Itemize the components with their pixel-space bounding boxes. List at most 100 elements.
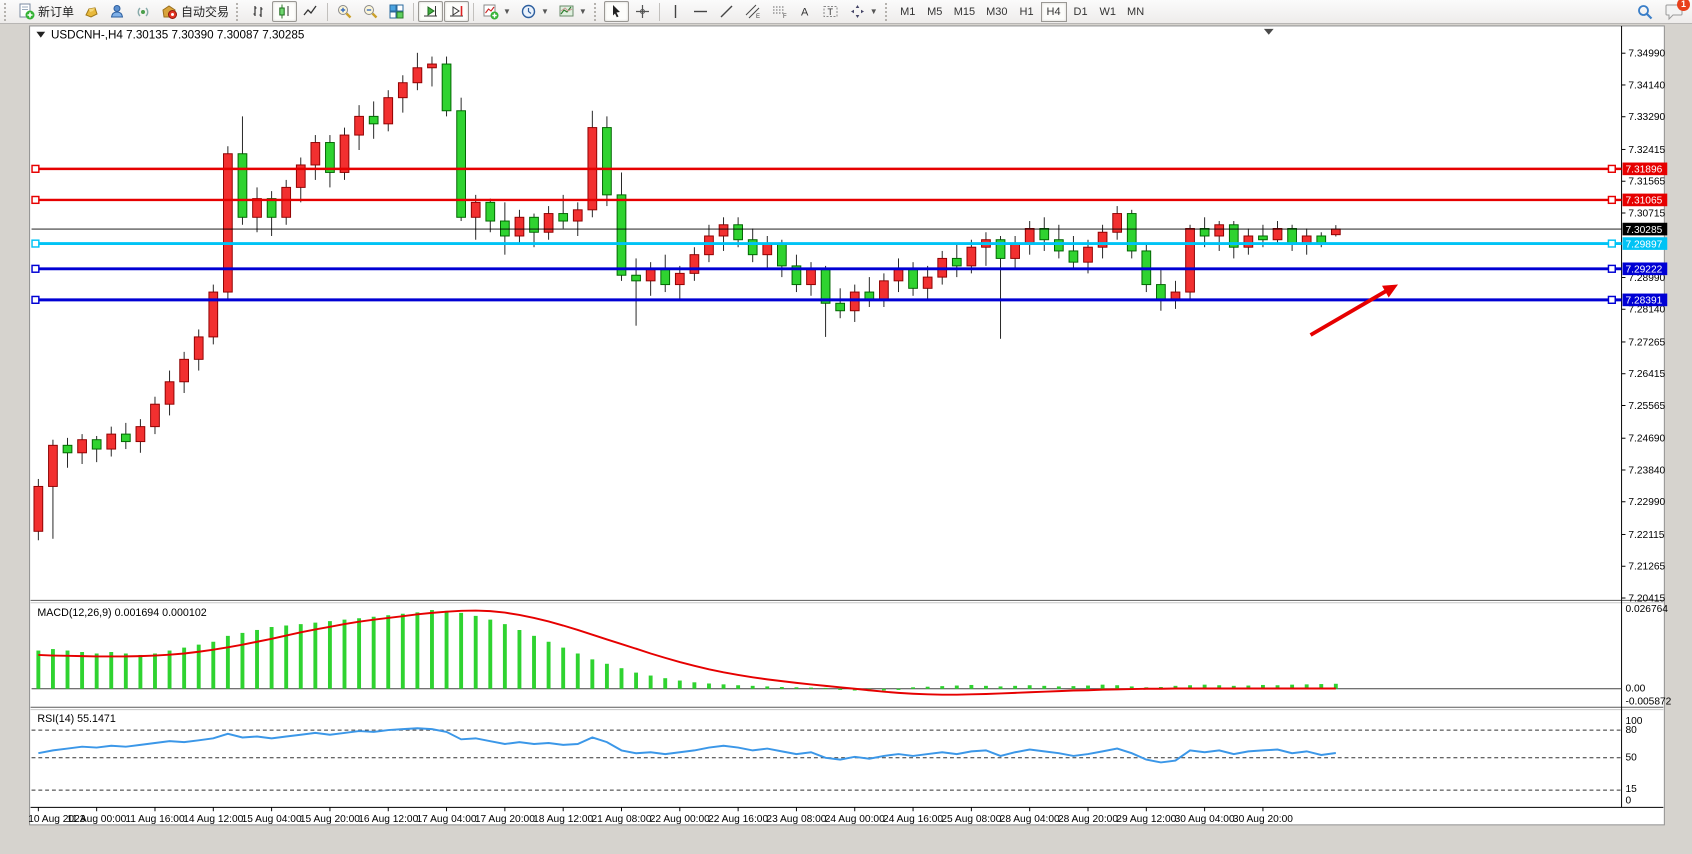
price-axis-label: 7.31565 [1628,177,1665,188]
chart-title: USDCNH-,H4 7.30135 7.30390 7.30087 7.302… [51,29,304,42]
time-axis-label: 15 Aug 20:00 [300,814,360,825]
candlestick-style-button[interactable] [272,1,297,22]
search-icon [1636,3,1654,21]
candle [1259,236,1268,240]
text-label-icon: T [822,3,840,20]
timeframe-m5[interactable]: M5 [922,2,948,22]
candle [398,83,407,98]
macd-axis-label: 0.00 [1625,684,1645,695]
line-handle[interactable] [1608,240,1615,247]
time-axis-label: 11 Aug 16:00 [125,814,185,825]
zoom-out-icon [362,3,379,20]
cursor-button[interactable] [604,1,629,22]
tile-windows-button[interactable] [384,1,409,22]
new-order-button[interactable]: 新订单 [14,1,78,22]
candle [515,217,524,236]
candle [340,135,349,172]
bar-chart-style-button[interactable] [246,1,271,22]
candle [952,258,961,265]
gold-icon [83,3,100,20]
candle [1215,225,1224,236]
toolbar-grip[interactable] [594,3,601,21]
chart-window[interactable]: 7.349907.341407.332907.324157.315657.307… [0,24,1692,854]
line-chart-style-button[interactable] [298,1,323,22]
toolbar-grip[interactable] [4,3,11,21]
candle [865,292,874,299]
templates-icon [558,3,575,20]
text-tool-button[interactable]: A [794,1,817,22]
toolbar: 新订单 自动交易 [0,0,1692,24]
candle [894,270,903,281]
line-handle[interactable] [1608,265,1615,272]
trendline-tool-button[interactable] [714,1,739,22]
price-level-badge-label: 7.31065 [1625,196,1662,207]
time-axis-label: 30 Aug 04:00 [1175,814,1235,825]
time-axis-label: 16 Aug 12:00 [358,814,418,825]
equidistant-channel-tool-button[interactable]: E [740,1,766,22]
line-handle[interactable] [32,165,39,172]
macd-axis-label: 0.026764 [1625,604,1668,615]
crosshair-button[interactable] [630,1,655,22]
line-handle[interactable] [1608,197,1615,204]
macd-label: MACD(12,26,9) 0.001694 0.000102 [37,607,206,619]
timeframe-m30[interactable]: M30 [981,2,1012,22]
candle [909,270,918,289]
candle [1054,240,1063,251]
line-handle[interactable] [32,265,39,272]
indicators-button[interactable]: ▼ [478,1,515,22]
price-axis-label: 7.26415 [1628,369,1665,380]
time-axis-label: 28 Aug 04:00 [1000,814,1060,825]
timeframe-m15[interactable]: M15 [949,2,980,22]
timeframe-h4[interactable]: H4 [1041,2,1067,22]
vertical-line-tool-button[interactable] [664,1,687,22]
zoom-in-button[interactable] [332,1,357,22]
candle [1157,285,1166,300]
timeframe-m1[interactable]: M1 [895,2,921,22]
time-axis-label: 11 Aug 00:00 [67,814,127,825]
line-handle[interactable] [32,197,39,204]
time-axis-label: 22 Aug 16:00 [708,814,768,825]
candle [1040,229,1049,240]
timeframe-h1[interactable]: H1 [1014,2,1040,22]
candle [967,247,976,266]
arrows-tool-button[interactable]: ▼ [845,1,882,22]
toolbar-grip[interactable] [236,3,243,21]
zoom-out-button[interactable] [358,1,383,22]
chat-button[interactable]: 1 [1664,2,1684,21]
price-axis-label: 7.33290 [1628,112,1665,123]
time-axis-label: 25 Aug 08:00 [941,814,1001,825]
gold-button[interactable] [79,1,104,22]
timeframe-w1[interactable]: W1 [1095,2,1122,22]
fibonacci-tool-button[interactable]: F [767,1,793,22]
autotrade-button[interactable]: 自动交易 [157,1,233,22]
candle [1084,247,1093,262]
trendline-icon [718,3,735,20]
price-axis-label: 7.30715 [1628,208,1665,219]
line-chart-icon [302,3,319,20]
horizontal-line-tool-button[interactable] [688,1,713,22]
signal-button[interactable] [131,1,156,22]
line-handle[interactable] [32,240,39,247]
candle [369,116,378,123]
time-axis-label: 24 Aug 16:00 [883,814,943,825]
timeframe-d1[interactable]: D1 [1068,2,1094,22]
price-axis-label: 7.22990 [1628,497,1665,508]
chart-shift-button[interactable] [444,1,469,22]
templates-button[interactable]: ▼ [554,1,591,22]
crosshair-icon [634,3,651,20]
candle [617,195,626,275]
line-handle[interactable] [32,296,39,303]
line-handle[interactable] [1608,165,1615,172]
timeframe-mn[interactable]: MN [1122,2,1149,22]
accounts-button[interactable] [105,1,130,22]
candle [151,404,160,426]
candle [573,210,582,221]
text-label-tool-button[interactable]: T [818,1,844,22]
line-handle[interactable] [1608,296,1615,303]
search-button[interactable] [1632,1,1658,22]
auto-scroll-button[interactable] [418,1,443,22]
candle [311,143,320,165]
toolbar-grip[interactable] [885,3,892,21]
time-axis-label: 18 Aug 12:00 [533,814,593,825]
periods-button[interactable]: ▼ [516,1,553,22]
